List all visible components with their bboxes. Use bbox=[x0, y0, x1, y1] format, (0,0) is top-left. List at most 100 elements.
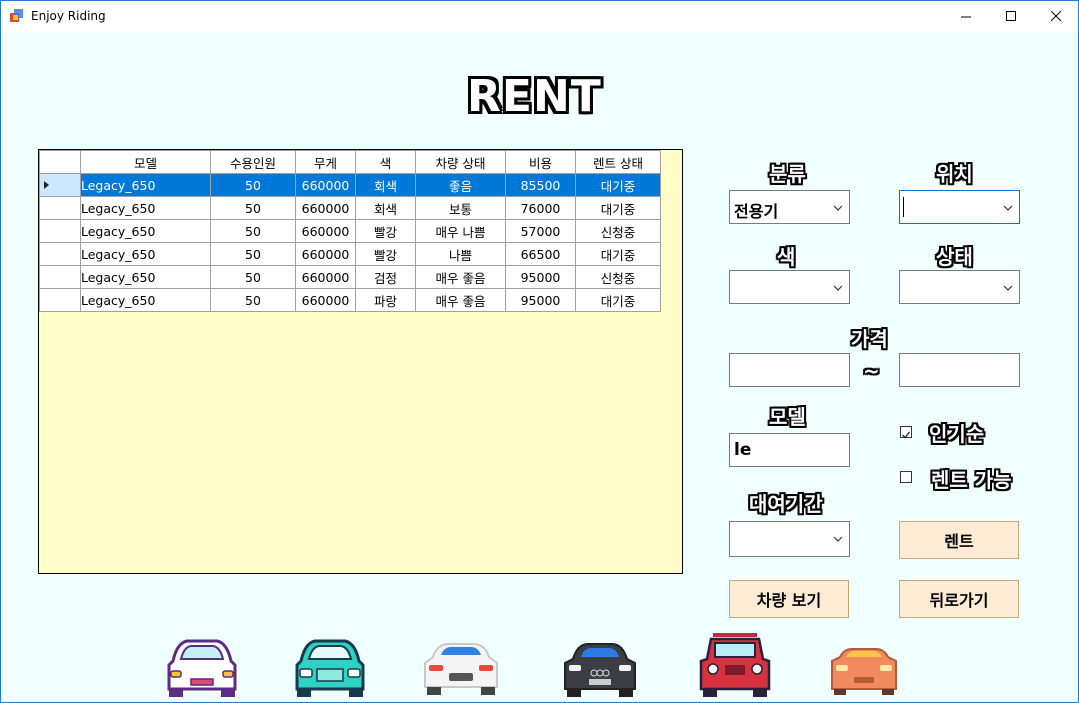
table-cell[interactable]: 50 bbox=[210, 288, 296, 312]
price-min-field[interactable] bbox=[734, 356, 844, 384]
chevron-down-icon bbox=[833, 285, 843, 291]
popular-label[interactable]: 인기순 bbox=[929, 418, 984, 447]
app-window: Enjoy Riding RENT 모델 수용인원 무게 색 차량 상태 비용 bbox=[0, 0, 1079, 703]
table-cell[interactable]: 660000 bbox=[295, 288, 356, 312]
table-cell[interactable]: Legacy_650 bbox=[80, 242, 211, 266]
view-car-button[interactable]: 차량 보기 bbox=[729, 580, 849, 618]
table-cell[interactable]: 대기중 bbox=[575, 196, 661, 220]
period-select[interactable] bbox=[729, 521, 850, 557]
car-table[interactable]: 모델 수용인원 무게 색 차량 상태 비용 렌트 상태 Legacy_650 50… bbox=[39, 150, 661, 312]
table-cell[interactable]: 50 bbox=[210, 219, 296, 243]
chevron-down-icon bbox=[833, 205, 843, 211]
table-cell[interactable]: 매우 나쁨 bbox=[415, 219, 506, 243]
row-header[interactable] bbox=[39, 173, 81, 197]
row-header[interactable] bbox=[39, 196, 81, 220]
table-cell[interactable]: 660000 bbox=[295, 173, 356, 197]
table-cell[interactable]: Legacy_650 bbox=[80, 196, 211, 220]
table-row[interactable]: Legacy_650 50 660000 회색 보통 76000 대기중 bbox=[39, 196, 661, 220]
category-select[interactable]: 전용기 bbox=[729, 190, 850, 224]
table-cell[interactable]: 660000 bbox=[295, 219, 356, 243]
table-cell[interactable]: 파랑 bbox=[355, 288, 416, 312]
column-header[interactable]: 색 bbox=[355, 150, 416, 174]
table-row[interactable]: Legacy_650 50 660000 빨강 나쁨 66500 대기중 bbox=[39, 242, 661, 266]
rent-button[interactable]: 렌트 bbox=[899, 521, 1019, 559]
white-car-icon bbox=[424, 643, 498, 695]
price-max-field[interactable] bbox=[904, 356, 1014, 384]
column-header[interactable]: 수용인원 bbox=[210, 150, 296, 174]
table-cell[interactable]: 66500 bbox=[505, 242, 576, 266]
color-select[interactable] bbox=[729, 270, 850, 304]
table-row[interactable]: Legacy_650 50 660000 파랑 매우 좋음 95000 대기중 bbox=[39, 288, 661, 312]
rentable-checkbox[interactable] bbox=[900, 471, 912, 483]
column-header[interactable]: 비용 bbox=[505, 150, 576, 174]
table-cell[interactable]: 매우 좋음 bbox=[415, 288, 506, 312]
category-label: 분류 bbox=[769, 162, 806, 186]
price-max-input[interactable] bbox=[899, 353, 1020, 387]
model-input[interactable] bbox=[729, 433, 850, 467]
column-header[interactable]: 무게 bbox=[295, 150, 356, 174]
row-header-corner bbox=[39, 150, 81, 174]
popular-checkbox[interactable] bbox=[900, 426, 912, 439]
table-cell[interactable]: 대기중 bbox=[575, 242, 661, 266]
minimize-button[interactable] bbox=[943, 1, 989, 32]
column-header[interactable]: 렌트 상태 bbox=[575, 150, 661, 174]
location-select[interactable] bbox=[899, 190, 1020, 224]
table-row[interactable]: Legacy_650 50 660000 회색 좋음 85500 대기중 bbox=[39, 173, 661, 197]
table-cell[interactable]: Legacy_650 bbox=[80, 265, 211, 289]
table-cell[interactable]: 57000 bbox=[505, 219, 576, 243]
table-cell[interactable]: Legacy_650 bbox=[80, 219, 211, 243]
table-cell[interactable]: 95000 bbox=[505, 265, 576, 289]
table-cell[interactable]: 빨강 bbox=[355, 242, 416, 266]
maximize-button[interactable] bbox=[988, 1, 1034, 32]
table-cell[interactable]: 보통 bbox=[415, 196, 506, 220]
row-header[interactable] bbox=[39, 219, 81, 243]
table-cell[interactable]: Legacy_650 bbox=[80, 173, 211, 197]
window-title: Enjoy Riding bbox=[31, 9, 106, 23]
table-row[interactable]: Legacy_650 50 660000 검정 매우 좋음 95000 신청중 bbox=[39, 265, 661, 289]
car-grid[interactable]: 모델 수용인원 무게 색 차량 상태 비용 렌트 상태 Legacy_650 50… bbox=[38, 149, 683, 574]
table-cell[interactable]: 검정 bbox=[355, 265, 416, 289]
back-button[interactable]: 뒤로가기 bbox=[899, 580, 1019, 618]
table-cell[interactable]: 매우 좋음 bbox=[415, 265, 506, 289]
title-bar[interactable]: Enjoy Riding bbox=[1, 1, 1078, 32]
table-cell[interactable]: 대기중 bbox=[575, 173, 661, 197]
text-caret bbox=[903, 197, 904, 217]
table-cell[interactable]: 660000 bbox=[295, 242, 356, 266]
chevron-down-icon bbox=[1003, 205, 1013, 211]
table-cell[interactable]: 빨강 bbox=[355, 219, 416, 243]
table-cell[interactable]: 50 bbox=[210, 242, 296, 266]
table-cell[interactable]: Legacy_650 bbox=[80, 288, 211, 312]
table-cell[interactable]: 660000 bbox=[295, 196, 356, 220]
row-header[interactable] bbox=[39, 288, 81, 312]
rentable-label[interactable]: 렌트 가능 bbox=[931, 464, 1012, 493]
model-field[interactable] bbox=[734, 436, 844, 464]
table-cell[interactable]: 50 bbox=[210, 196, 296, 220]
status-label: 상태 bbox=[936, 245, 973, 269]
color-label: 색 bbox=[777, 245, 796, 269]
status-select[interactable] bbox=[899, 270, 1020, 304]
table-cell[interactable]: 나쁨 bbox=[415, 242, 506, 266]
table-cell[interactable]: 85500 bbox=[505, 173, 576, 197]
table-cell[interactable]: 660000 bbox=[295, 265, 356, 289]
table-cell[interactable]: 76000 bbox=[505, 196, 576, 220]
table-cell[interactable]: 신청중 bbox=[575, 219, 661, 243]
close-button[interactable] bbox=[1033, 1, 1079, 32]
table-cell[interactable]: 50 bbox=[210, 265, 296, 289]
current-row-icon bbox=[44, 180, 49, 189]
table-cell[interactable]: 50 bbox=[210, 173, 296, 197]
table-row[interactable]: Legacy_650 50 660000 빨강 매우 나쁨 57000 신청중 bbox=[39, 219, 661, 243]
row-header[interactable] bbox=[39, 242, 81, 266]
app-icon bbox=[10, 9, 23, 22]
table-cell[interactable]: 95000 bbox=[505, 288, 576, 312]
close-icon bbox=[1050, 11, 1061, 22]
chevron-down-icon bbox=[833, 536, 843, 542]
row-header[interactable] bbox=[39, 265, 81, 289]
table-cell[interactable]: 대기중 bbox=[575, 288, 661, 312]
table-cell[interactable]: 좋음 bbox=[415, 173, 506, 197]
table-cell[interactable]: 회색 bbox=[355, 173, 416, 197]
column-header[interactable]: 차량 상태 bbox=[415, 150, 506, 174]
table-cell[interactable]: 신청중 bbox=[575, 265, 661, 289]
price-min-input[interactable] bbox=[729, 353, 850, 387]
column-header[interactable]: 모델 bbox=[80, 150, 211, 174]
table-cell[interactable]: 회색 bbox=[355, 196, 416, 220]
